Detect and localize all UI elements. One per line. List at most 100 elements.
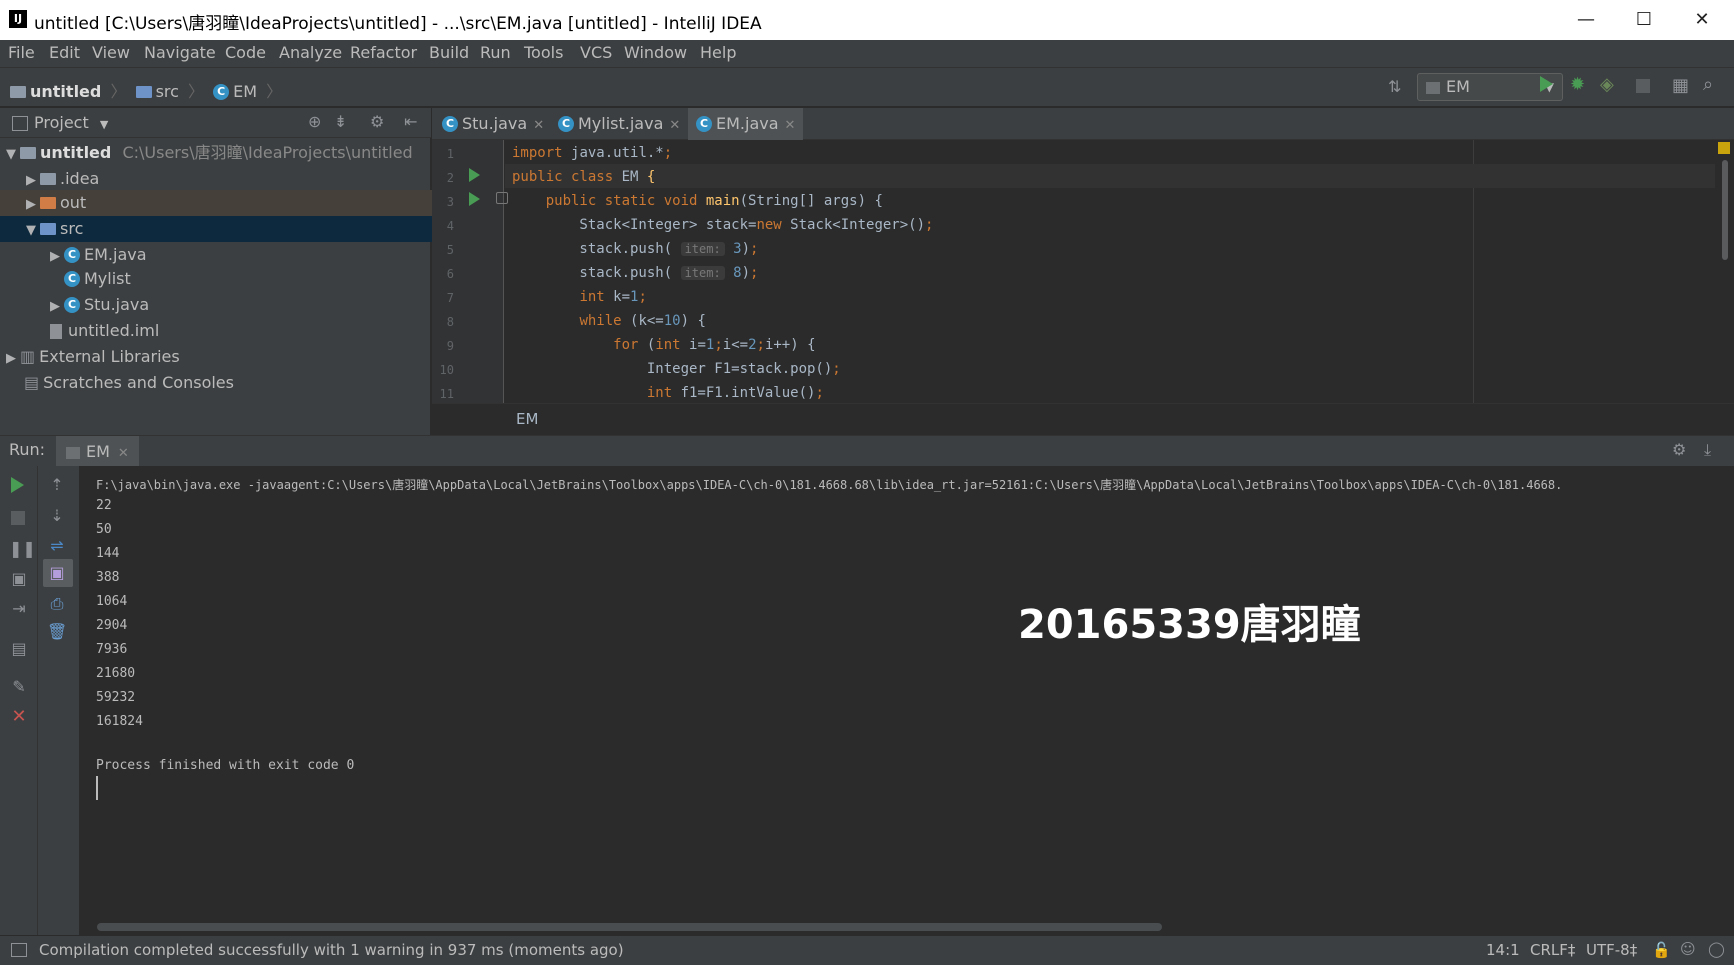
debug-icon[interactable]: ✹ [1570, 74, 1585, 95]
breadcrumb-project[interactable]: untitled [30, 82, 101, 101]
lock-icon[interactable]: 🔓 [1652, 941, 1671, 959]
run-gutter-icon[interactable] [469, 168, 480, 182]
caret-position[interactable]: 14:1 [1486, 941, 1520, 959]
trash-icon[interactable]: 🗑 [47, 622, 67, 642]
code-line: while (k<=10) { [579, 313, 706, 329]
project-structure-icon[interactable]: ▦ [1672, 75, 1689, 96]
minimize-button[interactable]: — [1557, 0, 1615, 40]
soft-wrap-icon[interactable]: ⇌ [47, 536, 67, 556]
tab-mylist-java[interactable]: C Mylist.java ✕ [550, 108, 688, 140]
gear-icon[interactable]: ⚙ [370, 112, 384, 131]
expanded-icon: ▼ [26, 223, 36, 238]
toggle-tool-windows-icon[interactable] [11, 943, 27, 957]
editor-scrollbar[interactable] [1722, 160, 1728, 260]
layout-icon[interactable]: ▤ [9, 639, 29, 659]
console-line: 144 [96, 546, 120, 561]
menu-analyze[interactable]: Analyze [279, 43, 342, 62]
folder-icon [40, 172, 56, 185]
print-icon[interactable]: ⎙ [47, 594, 67, 614]
scratches-icon: ▤ [24, 373, 40, 392]
gear-icon[interactable]: ⚙ [1672, 440, 1686, 459]
breadcrumb: untitled 〉 src 〉 C EM 〉 [10, 78, 282, 102]
tree-item-untitled[interactable]: ▼ untitled C:\Users\唐羽瞳\IdeaProjects\unti… [0, 140, 436, 166]
tree-item-em-java[interactable]: ▶ C EM.java [0, 242, 480, 268]
search-icon[interactable]: ⌕ [1703, 74, 1713, 95]
breadcrumb-em[interactable]: EM [233, 82, 257, 101]
inspector-icon[interactable]: ☺ [1680, 940, 1696, 958]
hide-panel-icon[interactable]: ⇤ [404, 112, 417, 131]
dump-threads-icon[interactable]: ▣ [9, 569, 29, 589]
menu-help[interactable]: Help [700, 43, 736, 62]
line-number: 8 [446, 315, 454, 329]
menu-code[interactable]: Code [225, 43, 266, 62]
menu-navigate[interactable]: Navigate [144, 43, 216, 62]
tree-label: untitled [40, 143, 112, 162]
close-button[interactable]: ✕ [1673, 0, 1731, 40]
close-tab-icon[interactable]: ✕ [669, 118, 680, 133]
tree-item-out[interactable]: ▶ out [0, 190, 456, 216]
warning-indicator-icon[interactable] [1718, 142, 1730, 154]
chevron-down-icon[interactable]: ▼ [100, 118, 108, 131]
up-arrow-icon[interactable]: ⇡ [47, 475, 67, 495]
editor-breadcrumb-label[interactable]: EM [516, 410, 538, 428]
fold-icon[interactable] [496, 192, 508, 204]
close-tab-icon[interactable]: ✕ [785, 118, 796, 133]
collapsed-icon: ▶ [6, 351, 16, 366]
menu-vcs[interactable]: VCS [580, 43, 612, 62]
tree-item-external-libraries[interactable]: ▶ ▥ External Libraries [0, 344, 436, 370]
menu-tools[interactable]: Tools [524, 43, 563, 62]
config-icon [66, 446, 80, 459]
tree-item-stu-java[interactable]: ▶ C Stu.java [0, 292, 480, 318]
coverage-icon[interactable]: ◈ [1600, 74, 1614, 95]
menu-build[interactable]: Build [429, 43, 469, 62]
line-number: 9 [446, 339, 454, 353]
tree-label: Stu.java [84, 295, 150, 314]
run-gutter-icon[interactable] [469, 192, 480, 206]
editor-gutter: 1 2 3 4 5 6 7 8 9 10 11 [432, 140, 504, 403]
menu-window[interactable]: Window [624, 43, 687, 62]
close-icon[interactable]: ✕ [9, 707, 29, 727]
tab-label: Stu.java [462, 114, 528, 133]
menu-view[interactable]: View [92, 43, 130, 62]
event-log-icon[interactable]: ◯ [1708, 940, 1725, 958]
code-line: public class EM { [512, 169, 656, 185]
menu-edit[interactable]: Edit [49, 43, 80, 62]
locate-icon[interactable]: ⊕ [308, 112, 321, 131]
close-tab-icon[interactable]: ✕ [118, 446, 129, 461]
maximize-button[interactable]: ☐ [1615, 0, 1673, 40]
tab-stu-java[interactable]: C Stu.java ✕ [434, 108, 552, 140]
down-arrow-icon[interactable]: ⇣ [47, 506, 67, 526]
pause-icon[interactable]: ❚❚ [9, 539, 36, 559]
run-icon[interactable] [1540, 76, 1553, 92]
console-horizontal-scrollbar[interactable] [97, 923, 1162, 931]
console-output[interactable]: F:\java\bin\java.exe -javaagent:C:\Users… [80, 466, 1734, 935]
pin-icon[interactable]: ✎ [9, 677, 29, 697]
menu-file[interactable]: File [8, 43, 35, 62]
breadcrumb-src[interactable]: src [156, 82, 179, 101]
class-icon: C [558, 115, 574, 132]
tree-item-idea[interactable]: ▶ .idea [0, 166, 456, 192]
file-encoding[interactable]: UTF-8‡ [1586, 941, 1637, 959]
tree-item-src[interactable]: ▼ src [0, 216, 456, 242]
stop-icon[interactable] [1636, 79, 1650, 93]
build-icon[interactable]: ⇅ [1388, 77, 1401, 96]
minimize-panel-icon[interactable]: ⤓ [1704, 440, 1711, 460]
tree-item-mylist[interactable]: C Mylist [0, 266, 494, 292]
scroll-to-end-icon[interactable]: ▣ [47, 563, 67, 583]
tree-item-untitled-iml[interactable]: untitled.iml [0, 318, 480, 344]
code-line: Integer F1=stack.pop(); [512, 361, 841, 377]
console-line: 21680 [96, 666, 136, 681]
collapse-icon[interactable]: ⇟ [334, 112, 347, 131]
status-message[interactable]: Compilation completed successfully with … [39, 941, 624, 959]
tab-em-java[interactable]: C EM.java ✕ [688, 108, 804, 143]
line-separator[interactable]: CRLF‡ [1530, 941, 1575, 959]
rerun-icon[interactable] [11, 477, 24, 493]
tree-item-scratches[interactable]: ▤ Scratches and Consoles [0, 370, 454, 396]
close-tab-icon[interactable]: ✕ [533, 118, 544, 133]
run-tab-em[interactable]: EM ✕ [56, 436, 139, 467]
menu-run[interactable]: Run [480, 43, 511, 62]
exit-icon[interactable]: ⇥ [9, 599, 29, 619]
stop-icon[interactable] [11, 511, 25, 525]
project-panel-title[interactable]: Project [34, 113, 89, 132]
menu-refactor[interactable]: Refactor [350, 43, 417, 62]
